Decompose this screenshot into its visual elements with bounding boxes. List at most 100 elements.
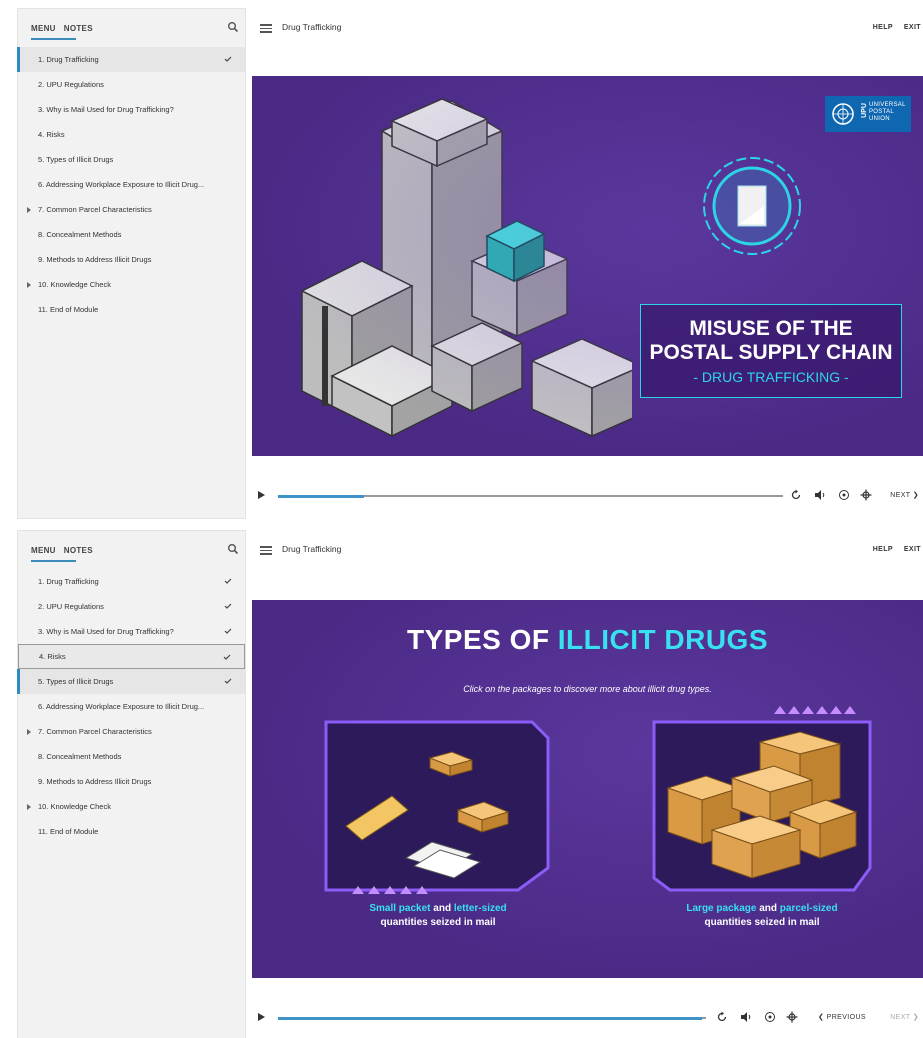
slide-instruction: Click on the packages to discover more a… [463,684,712,694]
volume-icon[interactable] [814,489,826,501]
search-icon[interactable] [227,543,239,555]
menu-item-types-of-illicit-drugs[interactable]: 5. Types of Illicit Drugs [18,147,245,172]
hamburger-menu-icon[interactable] [260,24,272,33]
volume-icon[interactable] [740,1011,752,1023]
tab-underline [31,38,76,40]
menu-item-risks[interactable]: 4. Risks [18,122,245,147]
menu-item-label: 5. Types of Illicit Drugs [38,155,114,164]
next-button[interactable]: NEXT ❯ [890,491,919,499]
seek-bar[interactable] [278,1016,706,1020]
expand-caret-icon[interactable] [27,804,31,810]
tab-menu[interactable]: MENU [31,546,56,555]
menu-item-drug-trafficking[interactable]: 1. Drug Trafficking [17,47,245,72]
play-icon[interactable] [258,1013,265,1021]
menu-item-label: 9. Methods to Address Illicit Drugs [38,777,152,786]
menu-item-knowledge-check[interactable]: 10. Knowledge Check [18,272,245,297]
menu-item-label: 4. Risks [38,130,65,139]
caption-right-a: Large package [686,903,757,914]
help-button[interactable]: HELP [873,24,893,31]
large-package-caption: Large package and parcel-sized quantitie… [642,902,882,930]
menu-item-upu-regulations[interactable]: 2. UPU Regulations [18,72,245,97]
slide-types-of-illicit-drugs: TYPES OF ILLICIT DRUGS Click on the pack… [252,600,923,978]
top-bar: Drug Trafficking HELP EXIT [252,8,923,46]
menu-item-address-illicit-drugs[interactable]: 9. Methods to Address Illicit Drugs [18,769,245,794]
check-icon [224,603,232,609]
slide-title: UPU UNIVERSAL POSTAL UNION MISUSE OF THE… [252,76,923,456]
small-packet-card[interactable] [322,718,552,894]
sidebar-tabs: MENU NOTES [18,531,245,569]
slide-title-line-1: MISUSE OF THE [689,317,853,340]
exit-button[interactable]: EXIT [904,546,921,553]
seek-bar[interactable] [278,494,783,498]
check-icon [223,654,231,660]
expand-caret-icon[interactable] [27,729,31,735]
menu-item-label: 1. Drug Trafficking [38,55,99,64]
tab-notes[interactable]: NOTES [64,24,93,33]
tab-underline [31,560,76,562]
previous-label: PREVIOUS [826,1014,867,1021]
search-icon[interactable] [227,21,239,33]
menu-item-why-mail[interactable]: 3. Why is Mail Used for Drug Trafficking… [18,619,245,644]
menu-item-label: 1. Drug Trafficking [38,577,99,586]
menu-item-label: 2. UPU Regulations [38,80,104,89]
menu-item-address-illicit-drugs[interactable]: 9. Methods to Address Illicit Drugs [18,247,245,272]
check-icon [224,56,232,62]
sidebar-tabs: MENU NOTES [18,9,245,47]
previous-button[interactable]: ❮ PREVIOUS [818,1013,866,1021]
menu-item-workplace-exposure[interactable]: 6. Addressing Workplace Exposure to Illi… [18,694,245,719]
menu-item-end-of-module[interactable]: 11. End of Module [18,819,245,844]
small-packet-caption: Small packet and letter-sized quantities… [318,902,558,930]
menu-item-why-mail[interactable]: 3. Why is Mail Used for Drug Trafficking… [18,97,245,122]
menu-item-concealment-methods[interactable]: 8. Concealment Methods [18,222,245,247]
menu-item-label: 10. Knowledge Check [38,802,111,811]
menu-item-workplace-exposure[interactable]: 6. Addressing Workplace Exposure to Illi… [18,172,245,197]
captions-icon[interactable] [764,1011,776,1023]
caption-right-d: quantities seized in mail [704,917,820,928]
expand-caret-icon[interactable] [27,282,31,288]
settings-icon[interactable] [860,489,872,501]
upu-logo: UPU UNIVERSAL POSTAL UNION [825,96,911,132]
hamburger-menu-icon[interactable] [260,546,272,555]
caption-right-b: and [756,903,780,914]
upu-line-1: UNIVERSAL [869,102,906,108]
replay-icon[interactable] [790,489,802,501]
scanner-target-icon [703,157,801,255]
menu-item-types-of-illicit-drugs[interactable]: 5. Types of Illicit Drugs [17,669,245,694]
menu-item-drug-trafficking[interactable]: 1. Drug Trafficking [18,569,245,594]
upu-name: UNIVERSAL POSTAL UNION [869,102,906,123]
replay-icon[interactable] [716,1011,728,1023]
slide-title-box: MISUSE OF THE POSTAL SUPPLY CHAIN - DRUG… [640,304,902,398]
exit-button[interactable]: EXIT [904,24,921,31]
large-package-card[interactable] [650,718,875,894]
menu-item-risks[interactable]: 4. Risks [18,644,245,669]
menu-item-knowledge-check[interactable]: 10. Knowledge Check [18,794,245,819]
next-button[interactable]: NEXT ❯ [890,1013,919,1021]
player-controls: ❮ PREVIOUS NEXT ❯ [252,1008,923,1028]
menu-item-label: 2. UPU Regulations [38,602,104,611]
captions-icon[interactable] [838,489,850,501]
menu-item-parcel-characteristics[interactable]: 7. Common Parcel Characteristics [18,197,245,222]
menu-item-parcel-characteristics[interactable]: 7. Common Parcel Characteristics [18,719,245,744]
seek-bar-fill [278,1016,702,1020]
caption-left-b: and [430,903,454,914]
slide-heading-part-2: ILLICIT DRUGS [557,624,768,655]
menu-item-label: 11. End of Module [38,305,99,314]
settings-icon[interactable] [786,1011,798,1023]
course-title: Drug Trafficking [282,544,342,554]
menu-item-upu-regulations[interactable]: 2. UPU Regulations [18,594,245,619]
slide-title-line-3: - DRUG TRAFFICKING - [693,369,849,385]
menu-item-label: 4. Risks [39,652,66,661]
un-emblem-icon [832,103,854,125]
tab-menu[interactable]: MENU [31,24,56,33]
help-button[interactable]: HELP [873,546,893,553]
check-icon [224,578,232,584]
expand-caret-icon[interactable] [27,207,31,213]
caption-left-c: letter-sized [453,903,507,914]
course-title: Drug Trafficking [282,22,342,32]
tab-notes[interactable]: NOTES [64,546,93,555]
player-frame-2: MENU NOTES 1. Drug Trafficking 2. UPU Re… [0,522,923,1038]
menu-item-end-of-module[interactable]: 11. End of Module [18,297,245,322]
menu-item-concealment-methods[interactable]: 8. Concealment Methods [18,744,245,769]
upu-line-3: UNION [869,116,890,122]
play-icon[interactable] [258,491,265,499]
